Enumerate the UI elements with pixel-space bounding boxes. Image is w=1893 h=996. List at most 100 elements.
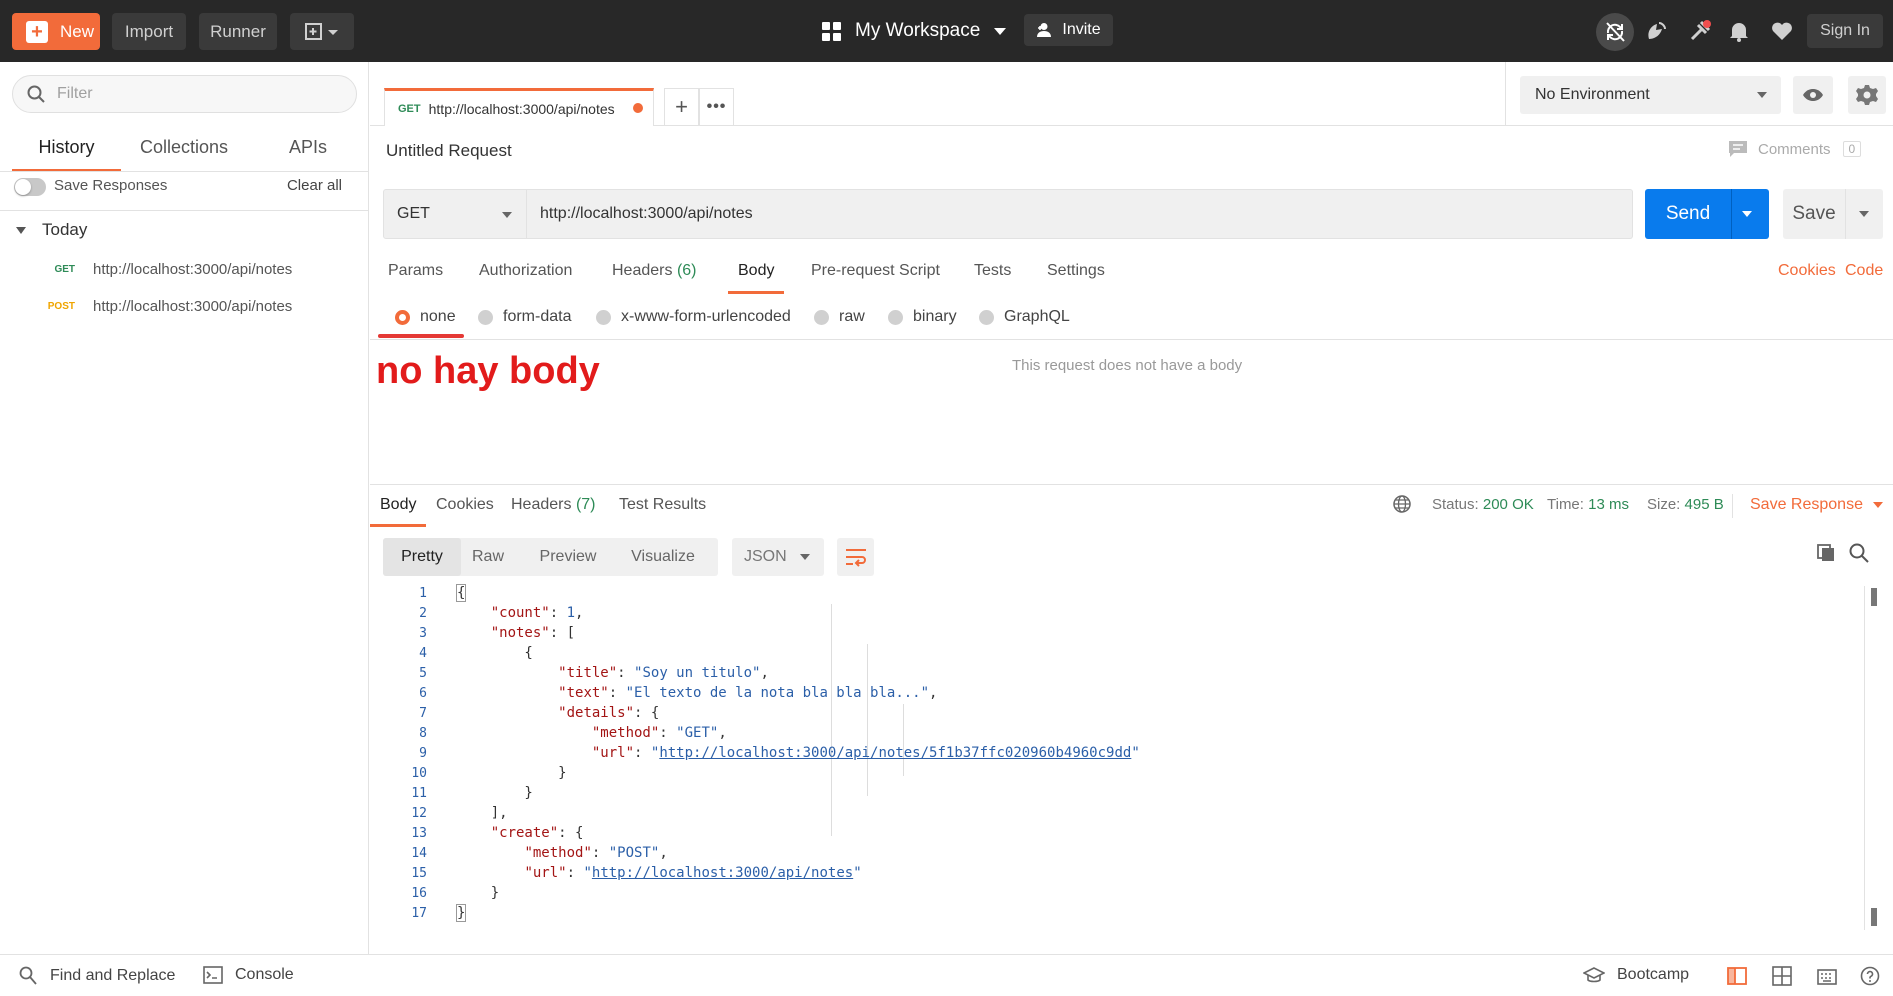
cookies-link[interactable]: Cookies xyxy=(1778,262,1836,280)
keyboard-icon[interactable] xyxy=(1817,966,1837,991)
filter-input[interactable]: Filter xyxy=(12,75,357,113)
body-type-graphql[interactable]: GraphQL xyxy=(979,308,1070,326)
add-tab-button[interactable]: + xyxy=(664,88,699,126)
help-icon[interactable] xyxy=(1860,966,1880,991)
response-tab-headers-label: Headers xyxy=(511,496,572,513)
body-type-label: none xyxy=(420,308,456,325)
line-number: 2 xyxy=(419,606,427,621)
request-tab-method: GET xyxy=(398,102,421,115)
json-key: "count" xyxy=(490,605,550,621)
code-line: "url": "http://localhost:3000/api/notes" xyxy=(524,865,862,881)
comments-button[interactable]: Comments 0 xyxy=(1728,140,1862,158)
format-selected: JSON xyxy=(744,548,787,565)
new-builder-button[interactable] xyxy=(290,13,354,50)
request-tab[interactable]: GET http://localhost:3000/api/notes xyxy=(384,88,654,126)
request-title[interactable]: Untitled Request xyxy=(386,141,512,161)
body-type-binary[interactable]: binary xyxy=(888,308,957,326)
manage-environments-button[interactable] xyxy=(1848,76,1886,114)
environment-selected: No Environment xyxy=(1535,86,1650,103)
tab-prerequest-script[interactable]: Pre-request Script xyxy=(811,262,940,292)
history-item[interactable]: GET http://localhost:3000/api/notes xyxy=(0,252,369,286)
clear-all-button[interactable]: Clear all xyxy=(287,177,342,194)
new-button[interactable]: + New xyxy=(12,13,100,50)
line-number: 14 xyxy=(411,846,427,861)
body-type-label: binary xyxy=(913,308,957,325)
request-tab-url: http://localhost:3000/api/notes xyxy=(428,100,615,117)
globe-icon[interactable] xyxy=(1393,495,1411,518)
history-group-today[interactable]: Today xyxy=(16,220,87,240)
tab-params[interactable]: Params xyxy=(388,262,443,292)
bootcamp-label: Bootcamp xyxy=(1617,966,1690,983)
body-type-form-data[interactable]: form-data xyxy=(478,308,571,326)
wrap-lines-button[interactable] xyxy=(837,538,874,576)
environment-quick-look-button[interactable] xyxy=(1793,76,1833,114)
json-key: "notes" xyxy=(490,625,550,641)
satellite-icon[interactable] xyxy=(1642,16,1672,46)
json-key: "method" xyxy=(524,845,592,861)
save-responses-toggle[interactable] xyxy=(14,178,46,196)
body-type-urlencoded[interactable]: x-www-form-urlencoded xyxy=(596,308,791,326)
response-tab-test-results[interactable]: Test Results xyxy=(619,496,706,514)
save-response-button[interactable]: Save Response xyxy=(1750,496,1883,514)
chevron-down-icon[interactable] xyxy=(1742,211,1752,217)
url-input[interactable]: http://localhost:3000/api/notes xyxy=(527,189,1633,239)
line-number: 9 xyxy=(419,746,427,761)
chevron-down-icon[interactable] xyxy=(1859,211,1869,217)
radio-icon xyxy=(888,309,903,325)
code-link[interactable]: Code xyxy=(1845,262,1883,280)
runner-button[interactable]: Runner xyxy=(199,13,277,50)
tab-history[interactable]: History xyxy=(12,132,121,172)
code-line: { xyxy=(457,645,533,661)
tab-authorization[interactable]: Authorization xyxy=(479,262,572,292)
line-number: 13 xyxy=(411,826,427,841)
response-tab-body[interactable]: Body xyxy=(369,496,428,527)
response-tab-cookies[interactable]: Cookies xyxy=(436,496,494,514)
view-preview[interactable]: Preview xyxy=(535,538,601,576)
find-replace-button[interactable]: Find and Replace xyxy=(18,966,175,986)
import-button[interactable]: Import xyxy=(112,13,186,50)
json-link[interactable]: http://localhost:3000/api/notes xyxy=(592,865,853,881)
body-type-none[interactable]: none xyxy=(395,308,456,326)
scrollbar-track[interactable] xyxy=(1864,586,1865,930)
line-number: 3 xyxy=(419,626,427,641)
interceptor-icon[interactable] xyxy=(1685,16,1715,46)
invite-button[interactable]: Invite xyxy=(1024,14,1113,46)
body-type-raw[interactable]: raw xyxy=(814,308,865,326)
bootcamp-button[interactable]: Bootcamp xyxy=(1583,966,1689,984)
json-value: "El texto de la nota bla bla bla..." xyxy=(625,685,930,701)
send-button[interactable]: Send xyxy=(1645,189,1769,239)
format-select[interactable]: JSON xyxy=(732,538,824,576)
tab-apis[interactable]: APIs xyxy=(281,132,335,172)
method-select[interactable]: GET xyxy=(383,189,527,239)
console-button[interactable]: Console xyxy=(203,966,294,984)
more-tabs-button[interactable]: ••• xyxy=(699,88,734,126)
view-visualize[interactable]: Visualize xyxy=(617,538,709,576)
sync-off-icon[interactable] xyxy=(1596,13,1634,51)
layout-grid-icon[interactable] xyxy=(1772,966,1792,991)
response-tab-headers[interactable]: Headers (7) xyxy=(511,496,596,514)
sign-in-button[interactable]: Sign In xyxy=(1807,14,1883,48)
json-link[interactable]: http://localhost:3000/api/notes/5f1b37ff… xyxy=(659,745,1131,761)
view-raw[interactable]: Raw xyxy=(463,538,513,576)
chevron-down-icon xyxy=(800,554,810,560)
environment-select[interactable]: No Environment xyxy=(1520,76,1781,114)
bell-icon[interactable] xyxy=(1724,16,1754,46)
copy-icon[interactable] xyxy=(1816,543,1836,568)
divider xyxy=(370,484,1893,485)
search-icon[interactable] xyxy=(1849,543,1869,568)
tab-settings[interactable]: Settings xyxy=(1047,262,1105,292)
two-pane-view-icon[interactable] xyxy=(1727,966,1747,991)
view-pretty[interactable]: Pretty xyxy=(383,538,461,576)
history-item[interactable]: POST http://localhost:3000/api/notes xyxy=(0,289,369,323)
tab-collections[interactable]: Collections xyxy=(132,132,236,172)
tab-body[interactable]: Body xyxy=(727,262,786,294)
chevron-down-icon xyxy=(502,212,512,218)
response-body-viewer[interactable]: 1 { 2 "count": 1, 3 "notes": [ 4 { 5 "ti… xyxy=(370,584,1870,928)
tab-headers[interactable]: Headers (6) xyxy=(612,262,697,292)
tab-tests[interactable]: Tests xyxy=(974,262,1011,292)
save-responses-label: Save Responses xyxy=(54,177,168,194)
annotation-underline xyxy=(378,334,464,338)
save-button[interactable]: Save xyxy=(1783,189,1883,239)
workspace-switcher[interactable]: My Workspace xyxy=(822,18,1007,44)
heart-icon[interactable] xyxy=(1767,16,1797,46)
